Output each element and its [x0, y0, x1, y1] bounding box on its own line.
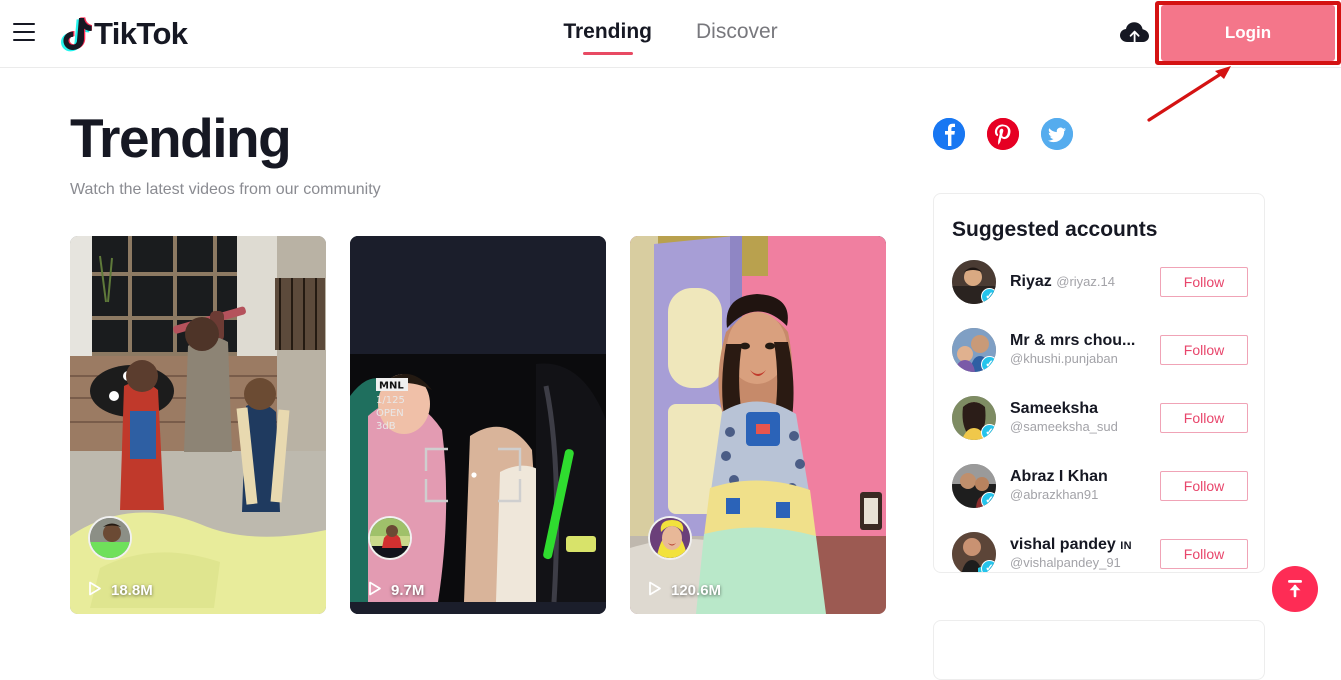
suggested-accounts-card: Suggested accounts ✓ Riyaz @riyaz.14 Fol…	[933, 193, 1265, 573]
hamburger-line	[13, 38, 35, 41]
play-triangle-icon	[648, 581, 662, 600]
account-text: vishal pandey IN @vishalpandey_91	[1010, 536, 1160, 572]
video-grid: 18.8M MNL 1/125 OPEN 3dB 9.7M 120.6M	[70, 236, 886, 614]
tiktok-logo[interactable]: TikTok	[58, 16, 188, 52]
page-subtitle: Watch the latest videos from our communi…	[70, 180, 381, 198]
verified-badge-icon: ✓	[981, 288, 996, 304]
play-triangle-icon	[88, 581, 102, 600]
avatar: ✓	[952, 532, 996, 572]
account-name: vishal pandey IN	[1010, 536, 1132, 553]
account-name: Riyaz	[1010, 273, 1052, 290]
facebook-icon[interactable]	[933, 118, 965, 150]
account-text: Abraz I Khan @abrazkhan91	[1010, 468, 1160, 504]
hamburger-line	[13, 23, 35, 26]
svg-text:MNL: MNL	[379, 381, 404, 392]
social-links	[933, 118, 1265, 150]
account-handle: @abrazkhan91	[1010, 487, 1099, 502]
svg-text:3dB: 3dB	[376, 421, 396, 432]
follow-button[interactable]: Follow	[1160, 335, 1248, 365]
avatar: ✓	[952, 396, 996, 440]
video-view-count: 18.8M	[111, 582, 153, 599]
page-title: Trending	[70, 107, 292, 169]
account-name: Abraz I Khan	[1010, 468, 1108, 485]
nav-tab-discover-label: Discover	[695, 20, 778, 43]
video-view-count: 120.6M	[671, 582, 722, 599]
account-handle: @khushi.punjaban	[1010, 351, 1118, 366]
account-region-badge: IN	[1120, 540, 1132, 552]
avatar: ✓	[952, 260, 996, 304]
right-sidebar: Suggested accounts ✓ Riyaz @riyaz.14 Fol…	[933, 118, 1265, 680]
login-button-container: Login	[1155, 1, 1341, 65]
verified-badge-icon: ✓	[981, 356, 996, 372]
video-view-count-row: 120.6M	[648, 581, 721, 600]
video-card[interactable]: MNL 1/125 OPEN 3dB 9.7M	[350, 236, 606, 614]
account-text: Riyaz @riyaz.14	[1010, 273, 1160, 291]
play-triangle-icon	[368, 581, 382, 600]
main-heading-block: Trending Watch the latest videos from ou…	[70, 108, 900, 199]
scroll-to-top-button[interactable]	[1272, 566, 1318, 612]
video-author-avatar[interactable]	[88, 516, 132, 560]
video-author-avatar[interactable]	[648, 516, 692, 560]
video-view-count-row: 18.8M	[88, 581, 153, 600]
suggested-account-row[interactable]: ✓ Mr & mrs chou... @khushi.punjaban Foll…	[934, 316, 1264, 384]
video-view-count: 9.7M	[391, 582, 425, 599]
video-author-avatar[interactable]	[368, 516, 412, 560]
avatar: ✓	[952, 328, 996, 372]
nav-tab-trending-label: Trending	[563, 20, 652, 43]
suggested-account-row[interactable]: ✓ Abraz I Khan @abrazkhan91 Follow	[934, 452, 1264, 520]
login-button[interactable]: Login	[1161, 5, 1335, 61]
cloud-upload-icon[interactable]	[1119, 20, 1151, 48]
suggested-accounts-title: Suggested accounts	[952, 218, 1158, 241]
follow-button[interactable]: Follow	[1160, 539, 1248, 569]
follow-button[interactable]: Follow	[1160, 471, 1248, 501]
suggested-account-row[interactable]: ✓ Riyaz @riyaz.14 Follow	[934, 248, 1264, 316]
account-text: Sameeksha @sameeksha_sud	[1010, 400, 1160, 436]
account-handle: @vishalpandey_91	[1010, 555, 1121, 570]
verified-badge-icon: ✓	[981, 560, 996, 572]
follow-button[interactable]: Follow	[1160, 267, 1248, 297]
pinterest-icon[interactable]	[987, 118, 1019, 150]
hamburger-menu-icon[interactable]	[13, 23, 35, 41]
verified-badge-icon: ✓	[981, 492, 996, 508]
account-handle: @riyaz.14	[1056, 274, 1115, 289]
avatar: ✓	[952, 464, 996, 508]
account-handle: @sameeksha_sud	[1010, 419, 1118, 434]
twitter-icon[interactable]	[1041, 118, 1073, 150]
video-card[interactable]: 18.8M	[70, 236, 326, 614]
account-name: Sameeksha	[1010, 400, 1099, 417]
tiktok-wordmark: TikTok	[94, 16, 188, 51]
follow-button[interactable]: Follow	[1160, 403, 1248, 433]
suggested-account-row[interactable]: ✓ Sameeksha @sameeksha_sud Follow	[934, 384, 1264, 452]
svg-text:1/125: 1/125	[376, 395, 405, 406]
account-text: Mr & mrs chou... @khushi.punjaban	[1010, 332, 1160, 368]
secondary-sidebar-card	[933, 620, 1265, 680]
nav-tab-discover[interactable]: Discover	[696, 20, 778, 48]
account-name: Mr & mrs chou...	[1010, 332, 1136, 349]
video-card[interactable]: 120.6M	[630, 236, 886, 614]
hamburger-line	[13, 30, 35, 34]
suggested-account-row[interactable]: ✓ vishal pandey IN @vishalpandey_91 Foll…	[934, 520, 1264, 572]
video-view-count-row: 9.7M	[368, 581, 424, 600]
svg-text:OPEN: OPEN	[376, 408, 404, 419]
scroll-to-top-icon	[1284, 577, 1306, 602]
verified-badge-icon: ✓	[981, 424, 996, 440]
top-header: TikTok Trending Discover Login	[0, 0, 1341, 68]
nav-tab-trending[interactable]: Trending	[563, 20, 652, 48]
tiktok-note-icon	[58, 16, 93, 52]
account-name-text: vishal pandey	[1010, 536, 1116, 553]
